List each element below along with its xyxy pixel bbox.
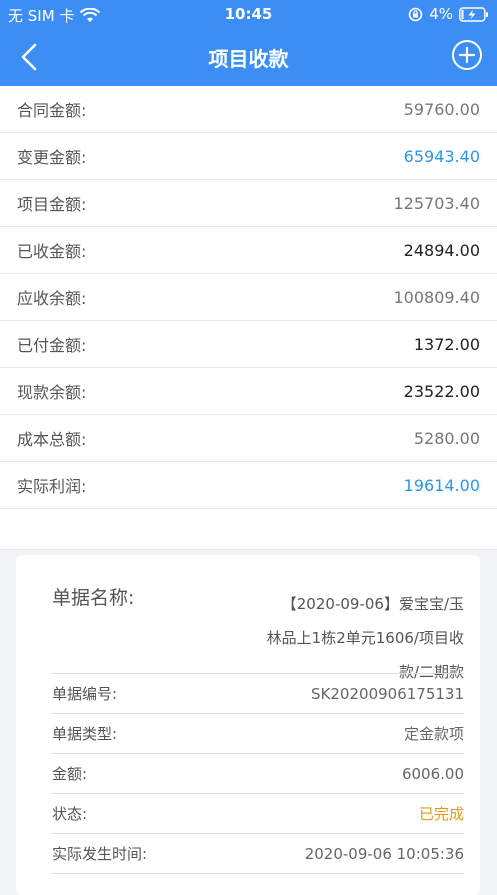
summary-row-contract-amount: 合同金额: 59760.00 [0,86,497,133]
battery-percent: 4% [429,5,453,23]
status-bar: 无 SIM 卡 10:45 4% [0,0,497,28]
amount-summary-list: 合同金额: 59760.00 变更金额: 65943.40 项目金额: 1257… [0,86,497,550]
document-row-amount: 金额: 6006.00 [52,753,464,793]
summary-row-change-amount: 变更金额: 65943.40 [0,133,497,180]
document-row-number: 单据编号: SK20200906175131 [52,673,464,713]
summary-row-received-amount: 已收金额: 24894.00 [0,227,497,274]
document-name-block: 单据名称: 【2020-09-06】爱宝宝/玉 林品上1栋2单元1606/项目收… [52,569,464,687]
actual-time-value: 2020-09-06 10:05:36 [304,844,464,863]
total-cost-value: 5280.00 [413,428,480,448]
nav-bar: 项目收款 [0,28,497,86]
summary-row-paid-amount: 已付金额: 1372.00 [0,321,497,368]
document-card[interactable]: 单据名称: 【2020-09-06】爱宝宝/玉 林品上1栋2单元1606/项目收… [16,555,480,895]
document-row-status: 状态: 已完成 [52,793,464,833]
add-circle-icon[interactable] [451,39,483,71]
cash-balance-value: 23522.00 [403,381,480,401]
summary-row-total-cost: 成本总额: 5280.00 [0,415,497,462]
receivable-balance-value: 100809.40 [393,287,480,307]
project-amount-value: 125703.40 [393,193,480,213]
paid-amount-value: 1372.00 [413,334,480,354]
status-badge: 已完成 [418,805,464,823]
top-bar: 无 SIM 卡 10:45 4% 项目收款 [0,0,497,86]
summary-row-receivable-balance: 应收余额: 100809.40 [0,274,497,321]
summary-row-actual-profit: 实际利润: 19614.00 [0,462,497,509]
document-name-label: 单据名称: [52,587,135,609]
change-amount-value: 65943.40 [403,146,480,166]
document-type-value: 定金款项 [403,725,464,743]
document-row-actual-time: 实际发生时间: 2020-09-06 10:05:36 [52,833,464,873]
battery-charging-icon [459,6,488,22]
received-amount-value: 24894.00 [403,240,480,260]
summary-row-project-amount: 项目金额: 125703.40 [0,180,497,227]
divider [52,873,464,875]
document-number-value: SK20200906175131 [311,684,464,703]
actual-profit-value: 19614.00 [403,475,480,495]
page-title: 项目收款 [208,47,289,71]
summary-row-cash-balance: 现款余额: 23522.00 [0,368,497,415]
document-amount-value: 6006.00 [401,764,464,783]
document-row-type: 单据类型: 定金款项 [52,713,464,753]
contract-amount-value: 59760.00 [403,99,480,119]
rotation-lock-icon [408,7,423,21]
